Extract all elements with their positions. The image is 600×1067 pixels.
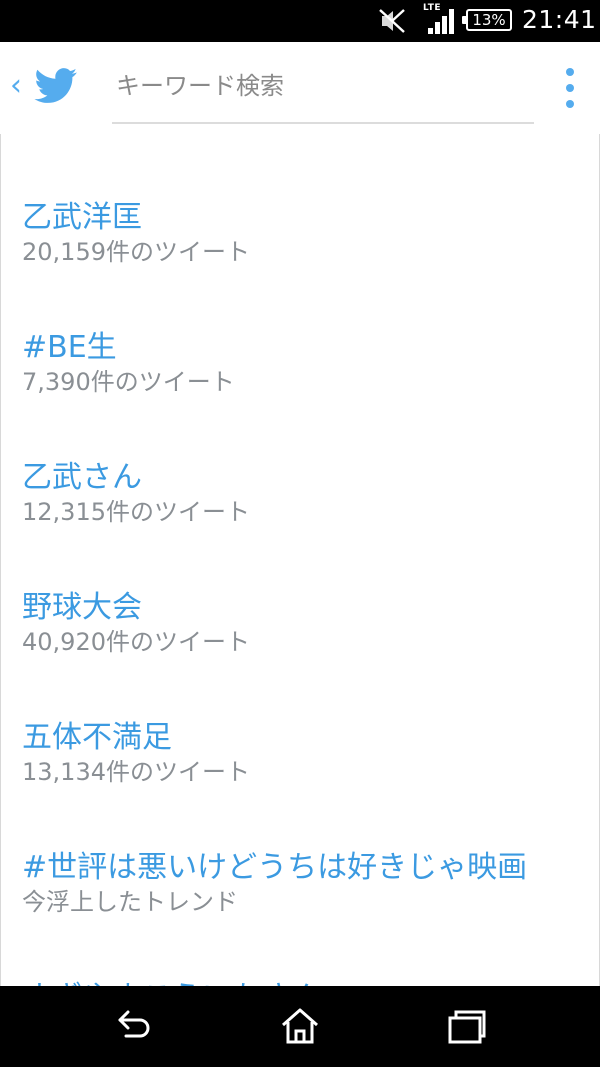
trend-list-container: 乙武洋匡 20,159件のツイート #BE生 7,390件のツイート 乙武さん … — [0, 134, 600, 986]
trend-item[interactable]: 野球大会 40,920件のツイート — [0, 576, 600, 706]
trend-title: 五体不満足 — [22, 720, 172, 755]
overflow-menu-icon[interactable] — [558, 66, 582, 110]
clock: 21:41 — [522, 5, 597, 34]
battery-icon: 13% — [462, 9, 512, 31]
trend-subtitle: 20,159件のツイート — [22, 238, 250, 266]
trend-item[interactable]: 五体不満足 13,134件のツイート — [0, 706, 600, 836]
trend-subtitle: 13,134件のツイート — [22, 758, 250, 786]
trend-subtitle: 40,920件のツイート — [22, 628, 250, 656]
mute-icon — [379, 9, 405, 33]
signal-icon — [428, 9, 454, 34]
trend-title: 乙武さん — [22, 460, 142, 495]
home-icon[interactable] — [276, 1004, 324, 1048]
trend-subtitle: 今浮上したトレンド — [22, 888, 238, 916]
recents-icon[interactable] — [442, 1004, 490, 1048]
search-toolbar: ‹ — [0, 42, 600, 135]
trend-title: 野球大会 — [22, 590, 142, 625]
trend-item[interactable]: 乙武洋匡 20,159件のツイート — [0, 186, 600, 316]
screen: LTE 13% 21:41 ‹ 乙武洋匡 — [0, 0, 600, 1067]
chevron-left-icon[interactable]: ‹ — [6, 68, 26, 104]
trend-subtitle: 7,390件のツイート — [22, 368, 235, 396]
trend-item[interactable]: #世評は悪いけどうちは好きじゃ映画 今浮上したトレンド — [0, 836, 600, 966]
search-input[interactable] — [116, 66, 516, 106]
trend-item[interactable]: #BE生 7,390件のツイート — [0, 316, 600, 446]
status-bar: LTE 13% 21:41 — [0, 0, 600, 42]
twitter-bird-icon[interactable] — [34, 68, 78, 104]
battery-level: 13% — [472, 11, 506, 29]
trend-title: 乙武洋匡 — [22, 200, 142, 235]
trend-list: 乙武洋匡 20,159件のツイート #BE生 7,390件のツイート 乙武さん … — [0, 186, 600, 986]
trend-title: #BE生 — [22, 330, 117, 365]
back-icon[interactable] — [110, 1004, 158, 1048]
navigation-bar — [0, 986, 600, 1067]
trend-subtitle: 12,315件のツイート — [22, 498, 250, 526]
trend-item[interactable]: すぎやまこういちさん — [0, 966, 600, 986]
trend-title: #世評は悪いけどうちは好きじゃ映画 — [22, 850, 528, 885]
trend-item[interactable]: 乙武さん 12,315件のツイート — [0, 446, 600, 576]
search-field[interactable] — [112, 56, 534, 124]
trend-title: すぎやまこういちさん — [22, 972, 322, 986]
